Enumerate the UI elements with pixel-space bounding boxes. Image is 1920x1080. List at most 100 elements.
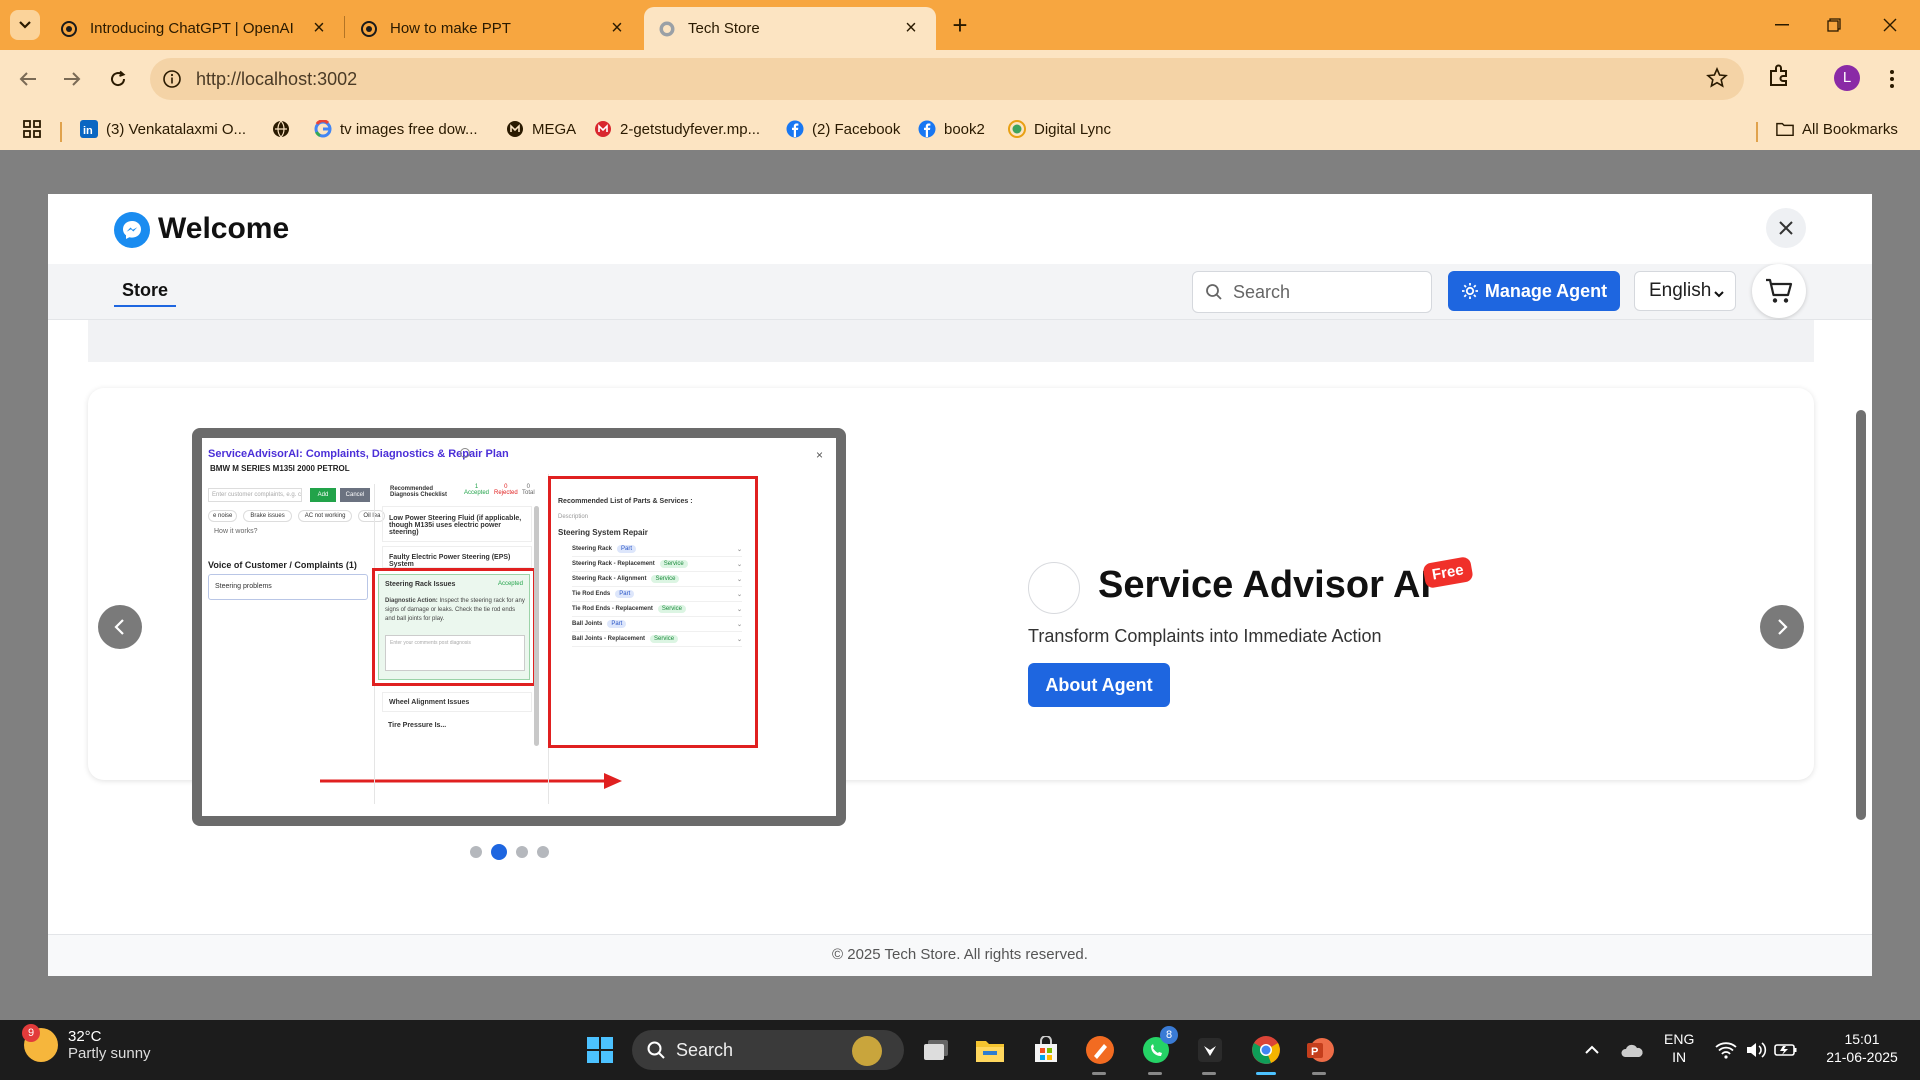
lang-top: ENG bbox=[1664, 1031, 1695, 1047]
slide-screenshot: ServiceAdvisorAI: Complaints, Diagnostic… bbox=[192, 428, 846, 826]
close-icon[interactable]: × bbox=[606, 17, 628, 40]
carousel-dot[interactable] bbox=[537, 846, 549, 858]
tab-store[interactable]: Store bbox=[114, 280, 177, 307]
chrome-icon[interactable] bbox=[1250, 1034, 1282, 1066]
battery-icon[interactable] bbox=[1770, 1034, 1802, 1066]
part-name: Ball Joints bbox=[572, 621, 603, 627]
carousel-dot[interactable] bbox=[516, 846, 528, 858]
tab-how-to-make-ppt[interactable]: How to make PPT × bbox=[346, 7, 642, 50]
modal-close-button[interactable] bbox=[1766, 208, 1806, 248]
tab-search-button[interactable] bbox=[10, 10, 40, 40]
pen-app-icon[interactable] bbox=[1084, 1034, 1116, 1066]
more-menu-icon[interactable] bbox=[1880, 63, 1904, 95]
site-info-icon[interactable] bbox=[160, 67, 184, 91]
page-scrollbar[interactable] bbox=[1856, 410, 1866, 820]
file-explorer-icon[interactable] bbox=[974, 1034, 1006, 1066]
taskbar-search[interactable]: Search bbox=[632, 1030, 904, 1070]
bookmark-star-icon[interactable] bbox=[1706, 66, 1728, 94]
windows-taskbar: 9 32°C Partly sunny Search 8 P ENG IN 15… bbox=[0, 1020, 1920, 1080]
minimize-icon[interactable] bbox=[1760, 10, 1804, 40]
window-close-icon[interactable] bbox=[1868, 10, 1912, 40]
preview-check-item: Faulty Electric Power Steering (EPS) Sys… bbox=[382, 546, 532, 568]
all-bookmarks[interactable]: All Bookmarks bbox=[1776, 116, 1898, 142]
preview-checklist-title: Recommended Diagnosis Checklist bbox=[390, 486, 448, 498]
card-comment: Enter your comments post diagnosis bbox=[385, 635, 525, 671]
preview-complaint-input: Enter customer complaints, e.g. compl bbox=[208, 488, 302, 502]
preview-chips: e noise Brake issues AC not working Oil … bbox=[208, 510, 386, 522]
cart-button[interactable] bbox=[1752, 264, 1806, 318]
tab-chatgpt[interactable]: Introducing ChatGPT | OpenAI × bbox=[46, 7, 344, 50]
running-indicator bbox=[1092, 1072, 1106, 1075]
facebook-icon bbox=[918, 120, 936, 138]
carousel-dot-active[interactable] bbox=[491, 844, 507, 860]
carousel-prev-button[interactable] bbox=[98, 605, 142, 649]
wifi-icon[interactable] bbox=[1710, 1034, 1742, 1066]
bookmark-book2[interactable]: book2 bbox=[918, 116, 985, 142]
preview-add-button: Add bbox=[310, 488, 336, 502]
carousel-next-button[interactable] bbox=[1760, 605, 1804, 649]
back-button[interactable] bbox=[12, 63, 44, 95]
lang-bottom: IN bbox=[1672, 1049, 1687, 1065]
preview-parts-list: Steering Rack Part ⌄ Steering Rack - Replac… bbox=[572, 542, 742, 647]
search-input[interactable] bbox=[1233, 280, 1423, 304]
bookmark-tv-images[interactable]: tv images free dow... bbox=[314, 116, 478, 142]
close-icon[interactable]: × bbox=[308, 17, 330, 40]
bookmark-separator bbox=[60, 122, 62, 142]
terminal-app-icon[interactable] bbox=[1194, 1034, 1226, 1066]
carousel-dot[interactable] bbox=[470, 846, 482, 858]
about-agent-button[interactable]: About Agent bbox=[1028, 663, 1170, 707]
chip: AC not working bbox=[297, 510, 353, 522]
apps-grid-icon[interactable] bbox=[22, 116, 42, 142]
preview-part-row: Steering Rack - Alignment Service ⌄ bbox=[572, 572, 742, 587]
tab-tech-store[interactable]: Tech Store × bbox=[644, 7, 936, 50]
preview-scrollbar bbox=[534, 506, 539, 746]
windows-start-icon[interactable] bbox=[584, 1034, 616, 1066]
profile-avatar[interactable]: L bbox=[1834, 65, 1860, 91]
search-highlight-icon bbox=[852, 1036, 882, 1066]
address-bar[interactable]: http://localhost:3002 bbox=[150, 58, 1744, 100]
chevron-up-icon[interactable] bbox=[1576, 1034, 1608, 1066]
whatsapp-icon[interactable]: 8 bbox=[1140, 1026, 1178, 1066]
browser-toolbar: http://localhost:3002 L bbox=[0, 50, 1920, 108]
bookmark-digital-lync[interactable]: Digital Lync bbox=[1008, 116, 1111, 142]
search-icon bbox=[646, 1040, 666, 1060]
new-tab-button[interactable]: + bbox=[946, 12, 974, 40]
mega-red-icon bbox=[594, 120, 612, 138]
bookmark-mega[interactable]: MEGA bbox=[506, 116, 576, 142]
preview-part-row: Steering Rack Part ⌄ bbox=[572, 542, 742, 557]
manage-agent-button[interactable]: Manage Agent bbox=[1448, 271, 1620, 311]
task-view-icon[interactable] bbox=[920, 1034, 952, 1066]
modal-header: Welcome bbox=[48, 194, 1872, 264]
search-box[interactable] bbox=[1192, 271, 1432, 313]
onedrive-icon[interactable] bbox=[1616, 1034, 1648, 1066]
reload-button[interactable] bbox=[102, 63, 134, 95]
language-select[interactable]: English bbox=[1634, 271, 1736, 311]
clock[interactable]: 15:01 21-06-2025 bbox=[1812, 1030, 1912, 1066]
weather-widget[interactable]: 9 32°C Partly sunny bbox=[22, 1024, 151, 1062]
extensions-icon[interactable] bbox=[1766, 63, 1792, 94]
bookmark-globe[interactable] bbox=[272, 116, 298, 142]
microsoft-store-icon[interactable] bbox=[1030, 1034, 1062, 1066]
openai-icon bbox=[60, 20, 78, 38]
tab-separator bbox=[344, 16, 345, 38]
preview-voc-title: Voice of Customer / Complaints (1) bbox=[208, 560, 357, 570]
part-tag: Service bbox=[650, 635, 679, 643]
language-value: English bbox=[1649, 280, 1712, 301]
language-indicator[interactable]: ENG IN bbox=[1664, 1030, 1694, 1066]
bookmark-facebook[interactable]: (2) Facebook bbox=[786, 116, 900, 142]
info-icon bbox=[460, 448, 470, 458]
powerpoint-icon[interactable]: P bbox=[1304, 1034, 1336, 1066]
clock-date: 21-06-2025 bbox=[1826, 1049, 1898, 1065]
store-content: ServiceAdvisorAI: Complaints, Diagnostic… bbox=[48, 320, 1872, 930]
preview-voc-item: Steering problems bbox=[208, 574, 368, 600]
restore-icon[interactable] bbox=[1812, 10, 1856, 40]
volume-icon[interactable] bbox=[1740, 1034, 1772, 1066]
part-name: Steering Rack bbox=[572, 546, 613, 552]
close-icon[interactable]: × bbox=[900, 17, 922, 40]
card-status: Accepted bbox=[497, 581, 523, 587]
preview-cancel-button: Cancel bbox=[340, 488, 370, 502]
bookmark-linkedin[interactable]: in (3) Venkatalaxmi O... bbox=[80, 116, 246, 142]
active-indicator bbox=[1256, 1072, 1276, 1075]
bookmark-getstudyfever[interactable]: 2-getstudyfever.mp... bbox=[594, 116, 760, 142]
forward-button[interactable] bbox=[56, 63, 88, 95]
